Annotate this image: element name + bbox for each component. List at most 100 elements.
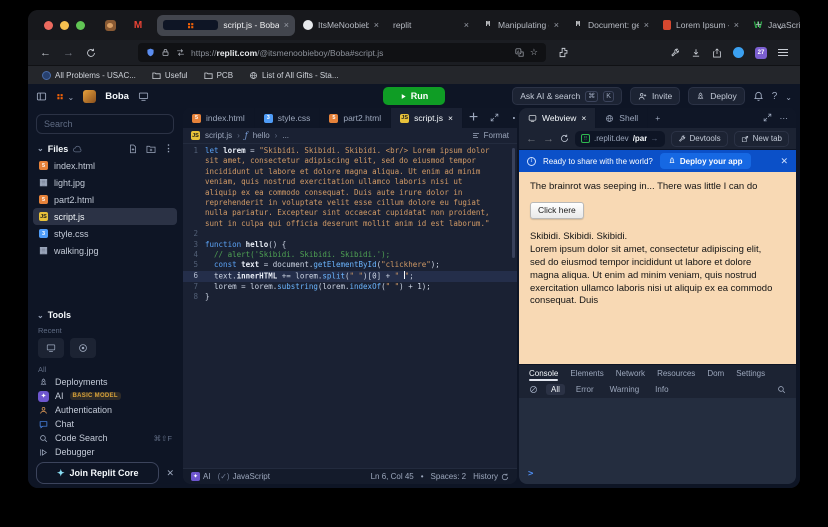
tab-close-icon[interactable]: × xyxy=(644,20,649,30)
console-tab-settings[interactable]: Settings xyxy=(736,365,765,381)
extension-badge[interactable]: 27 xyxy=(755,47,767,59)
tab-close-icon[interactable]: × xyxy=(554,20,559,30)
console-filter-error[interactable]: Error xyxy=(571,384,599,395)
back-button[interactable]: ← xyxy=(40,47,51,59)
ai-status[interactable]: ✦ AI xyxy=(191,472,211,481)
run-button[interactable]: Run xyxy=(383,87,445,105)
tab-shell[interactable]: Shell xyxy=(596,108,648,128)
console-output[interactable]: > xyxy=(519,398,796,484)
tool-item-authentication[interactable]: Authentication xyxy=(28,403,182,417)
console-search-icon[interactable] xyxy=(777,385,786,394)
tool-item-deployments[interactable]: Deployments xyxy=(28,375,182,389)
menu-icon[interactable] xyxy=(778,49,788,57)
new-pane-tab-button[interactable]: + xyxy=(648,113,667,123)
browser-tab[interactable]: replit× xyxy=(387,15,475,36)
files-menu-icon[interactable]: ⋮ xyxy=(164,143,173,154)
console-filter-all[interactable]: All xyxy=(546,384,565,395)
forward-button[interactable]: → xyxy=(63,47,74,59)
shield-icon[interactable] xyxy=(146,48,155,57)
new-folder-icon[interactable] xyxy=(146,144,156,154)
wrench-icon[interactable] xyxy=(670,48,680,58)
console-tab-dom[interactable]: Dom xyxy=(707,365,724,381)
deploy-button[interactable]: Deploy xyxy=(688,87,744,105)
tab-close-icon[interactable]: × xyxy=(464,20,469,30)
console-tab-network[interactable]: Network xyxy=(616,365,645,381)
bookmark-item[interactable]: List of All Gifts - Sta... xyxy=(249,71,338,80)
console-tab-elements[interactable]: Elements xyxy=(570,365,603,381)
editor-menu-icon[interactable]: ⋯ xyxy=(505,108,517,128)
notifications-bell-icon[interactable] xyxy=(753,91,764,102)
help-icon[interactable]: ? xyxy=(772,91,778,102)
new-editor-tab-button[interactable]: + xyxy=(463,109,484,127)
browser-tab[interactable]: ItsMeNoobieboy/ski× xyxy=(297,15,385,36)
new-tab-button[interactable]: New tab xyxy=(734,131,789,147)
recent-ai-button[interactable] xyxy=(70,338,96,358)
devtools-button[interactable]: Devtools xyxy=(671,131,728,147)
project-name[interactable]: Boba xyxy=(105,91,129,102)
console-filter-warning[interactable]: Warning xyxy=(605,384,645,395)
breadcrumb[interactable]: JS script.js› ƒ hello› ... Format xyxy=(183,128,517,144)
pane-menu-icon[interactable]: ⋯ xyxy=(780,113,789,124)
go-arrow-icon[interactable]: → xyxy=(651,134,659,143)
join-replit-core-button[interactable]: ✦ Join Replit Core xyxy=(36,462,159,484)
sidebar-toggle-icon[interactable] xyxy=(36,91,47,102)
editor-tab-index.html[interactable]: 5index.html xyxy=(183,108,255,128)
file-item-style.css[interactable]: 3style.css xyxy=(33,225,177,242)
webview-forward-icon[interactable]: → xyxy=(543,133,554,145)
pinned-tab-gmail[interactable]: M xyxy=(127,15,149,35)
console-filter-info[interactable]: Info xyxy=(650,384,673,395)
tool-item-code-search[interactable]: Code Search⌘⇧F xyxy=(28,431,182,445)
spaces-indicator[interactable]: Spaces: 2 xyxy=(431,472,467,481)
browser-tab[interactable]: ⠶script.js - Boba - Re× xyxy=(157,15,295,36)
tab-close-icon[interactable]: × xyxy=(448,113,453,123)
console-tab-resources[interactable]: Resources xyxy=(657,365,695,381)
expand-icon[interactable] xyxy=(763,113,772,122)
devices-icon[interactable] xyxy=(138,91,149,102)
tool-item-debugger[interactable]: Debugger xyxy=(28,445,182,459)
file-item-part2.html[interactable]: 5part2.html xyxy=(33,191,177,208)
site-permissions-icon[interactable] xyxy=(176,48,185,57)
extension-icon[interactable] xyxy=(558,47,569,58)
zoom-window-button[interactable] xyxy=(76,21,85,30)
webview-address-field[interactable]: ⠿ .replit.dev /part2.html → xyxy=(575,131,665,147)
minimize-window-button[interactable] xyxy=(60,21,69,30)
deploy-your-app-button[interactable]: Deploy your app xyxy=(660,153,751,169)
code-editor[interactable]: 1let lorem = "Skibidi. Skibidi. Skibidi.… xyxy=(183,144,517,468)
tools-section-header[interactable]: ⌄ Tools xyxy=(28,305,182,323)
webview-back-icon[interactable]: ← xyxy=(526,133,537,145)
editor-scrollbar[interactable] xyxy=(512,148,515,258)
editor-tab-style.css[interactable]: 3style.css xyxy=(255,108,321,128)
close-icon[interactable]: × xyxy=(581,113,586,123)
history-button[interactable]: History xyxy=(473,472,509,481)
tab-close-icon[interactable]: × xyxy=(374,20,379,30)
search-input[interactable]: Search xyxy=(36,114,174,134)
dismiss-join-icon[interactable]: ✕ xyxy=(166,468,174,479)
editor-expand-icon[interactable] xyxy=(484,109,505,127)
new-tab-button[interactable]: + xyxy=(748,19,768,31)
click-here-button[interactable]: Click here xyxy=(530,202,584,219)
tool-item-ai[interactable]: ✦AIBASIC MODEL xyxy=(28,389,182,403)
tab-close-icon[interactable]: × xyxy=(284,20,289,30)
file-item-light.jpg[interactable]: ▦light.jpg xyxy=(33,174,177,191)
clear-console-icon[interactable] xyxy=(529,385,538,394)
browser-tab[interactable]: Lorem Ipsum – Ge× xyxy=(657,15,745,36)
editor-tab-part2.html[interactable]: 5part2.html xyxy=(320,108,391,128)
refresh-button[interactable] xyxy=(86,48,96,58)
bookmark-item[interactable]: All Problems - USAC... xyxy=(42,71,136,80)
close-window-button[interactable] xyxy=(44,21,53,30)
files-section-header[interactable]: ⌄ Files ⋮ xyxy=(28,138,182,157)
file-item-index.html[interactable]: 5index.html xyxy=(33,157,177,174)
bookmark-item[interactable]: Useful xyxy=(152,71,188,80)
webview-refresh-icon[interactable] xyxy=(560,134,569,143)
tab-webview[interactable]: Webview × xyxy=(519,108,596,128)
console-prompt[interactable]: > xyxy=(528,469,533,479)
downloads-icon[interactable] xyxy=(691,48,701,58)
browser-tab[interactable]: MDocument: getElem× xyxy=(567,15,655,36)
bookmark-item[interactable]: PCB xyxy=(204,71,233,80)
tool-item-chat[interactable]: Chat xyxy=(28,417,182,431)
cursor-position[interactable]: Ln 6, Col 45 xyxy=(371,472,414,481)
console-tab-console[interactable]: Console xyxy=(529,365,558,381)
banner-close-icon[interactable]: ✕ xyxy=(780,156,788,167)
bookmark-star-icon[interactable]: ☆ xyxy=(530,47,538,58)
tab-list-chevron[interactable]: ⌄ xyxy=(769,19,792,32)
